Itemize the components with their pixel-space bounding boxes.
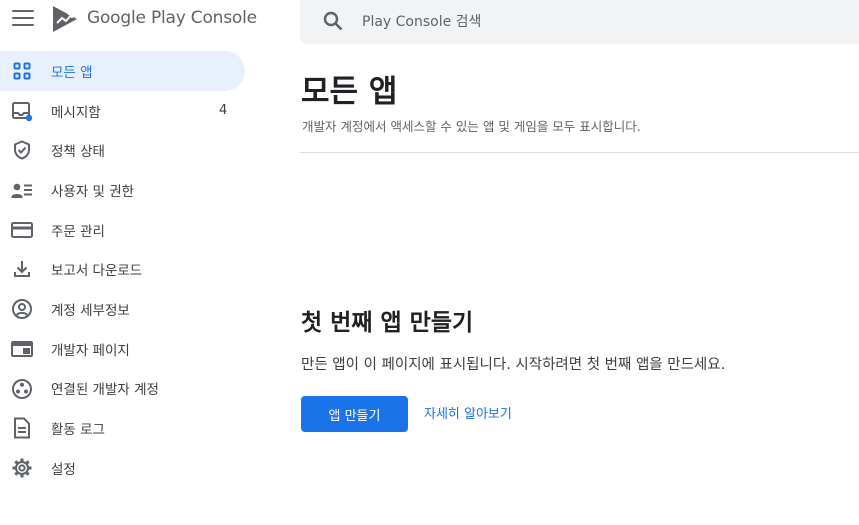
- learn-more-link[interactable]: 자세히 알아보기: [424, 403, 512, 422]
- sidebar-item-label: 보고서 다운로드: [51, 263, 143, 280]
- sidebar-item-label: 사용자 및 권한: [51, 183, 135, 200]
- sidebar-item-label: 메시지함: [51, 104, 101, 121]
- inbox-icon: [11, 100, 33, 122]
- page-title: 모든 앱: [301, 74, 398, 110]
- logo-text: Google Play Console: [87, 8, 257, 28]
- sidebar-item-order-management[interactable]: 주문 관리: [0, 210, 262, 250]
- sidebar-item-users-permissions[interactable]: 사용자 및 권한: [0, 170, 262, 210]
- document-icon: [11, 417, 33, 439]
- web-page-icon: [11, 338, 33, 360]
- sidebar-item-label: 모든 앱: [51, 64, 93, 81]
- sidebar-item-activity-log[interactable]: 활동 로그: [0, 408, 262, 448]
- empty-state-title: 첫 번째 앱 만들기: [301, 310, 474, 336]
- play-console-logo-icon: [53, 6, 77, 32]
- users-list-icon: [11, 179, 33, 201]
- sidebar-item-label: 연결된 개발자 계정: [51, 382, 159, 399]
- page-subtitle: 개발자 계정에서 액세스할 수 있는 앱 및 게임을 모두 표시합니다.: [302, 119, 641, 134]
- divider: [300, 152, 859, 153]
- search-input[interactable]: [362, 11, 842, 33]
- search-bar: [300, 0, 859, 44]
- sidebar-item-settings[interactable]: 설정: [0, 448, 262, 488]
- sidebar-item-account-details[interactable]: 계정 세부정보: [0, 289, 262, 329]
- menu-icon[interactable]: [12, 10, 34, 28]
- account-circle-icon: [11, 298, 33, 320]
- apps-grid-icon: [11, 60, 33, 82]
- sidebar-item-all-apps[interactable]: 모든 앱: [0, 51, 245, 91]
- linked-accounts-icon: [11, 378, 33, 400]
- inbox-count-badge: 4: [219, 103, 228, 119]
- download-icon: [11, 258, 33, 280]
- sidebar-item-label: 개발자 페이지: [51, 342, 130, 359]
- credit-card-icon: [11, 219, 33, 241]
- create-app-button[interactable]: 앱 만들기: [301, 396, 408, 432]
- sidebar-item-linked-accounts[interactable]: 연결된 개발자 계정: [0, 369, 262, 409]
- sidebar-nav: 모든 앱 메시지함 4 정책 상태 사용자 및 권한 주문 관리 보고서 다운로…: [0, 51, 262, 488]
- sidebar-item-label: 정책 상태: [51, 144, 105, 161]
- sidebar-item-download-reports[interactable]: 보고서 다운로드: [0, 249, 262, 289]
- sidebar: Google Play Console 모든 앱 메시지함 4 정책 상태 사용…: [0, 0, 262, 525]
- empty-state-description: 만든 앱이 이 페이지에 표시됩니다. 시작하려면 첫 번째 앱을 만드세요.: [301, 357, 726, 373]
- search-icon[interactable]: [322, 10, 344, 32]
- logo-row: Google Play Console: [0, 0, 262, 40]
- sidebar-item-label: 주문 관리: [51, 223, 105, 240]
- sidebar-item-policy-status[interactable]: 정책 상태: [0, 130, 262, 170]
- shield-check-icon: [11, 139, 33, 161]
- sidebar-item-label: 설정: [51, 461, 76, 478]
- sidebar-item-label: 계정 세부정보: [51, 302, 130, 319]
- sidebar-item-developer-page[interactable]: 개발자 페이지: [0, 329, 262, 369]
- sidebar-item-label: 활동 로그: [51, 422, 105, 439]
- sidebar-item-inbox[interactable]: 메시지함 4: [0, 91, 262, 131]
- gear-icon: [11, 457, 33, 479]
